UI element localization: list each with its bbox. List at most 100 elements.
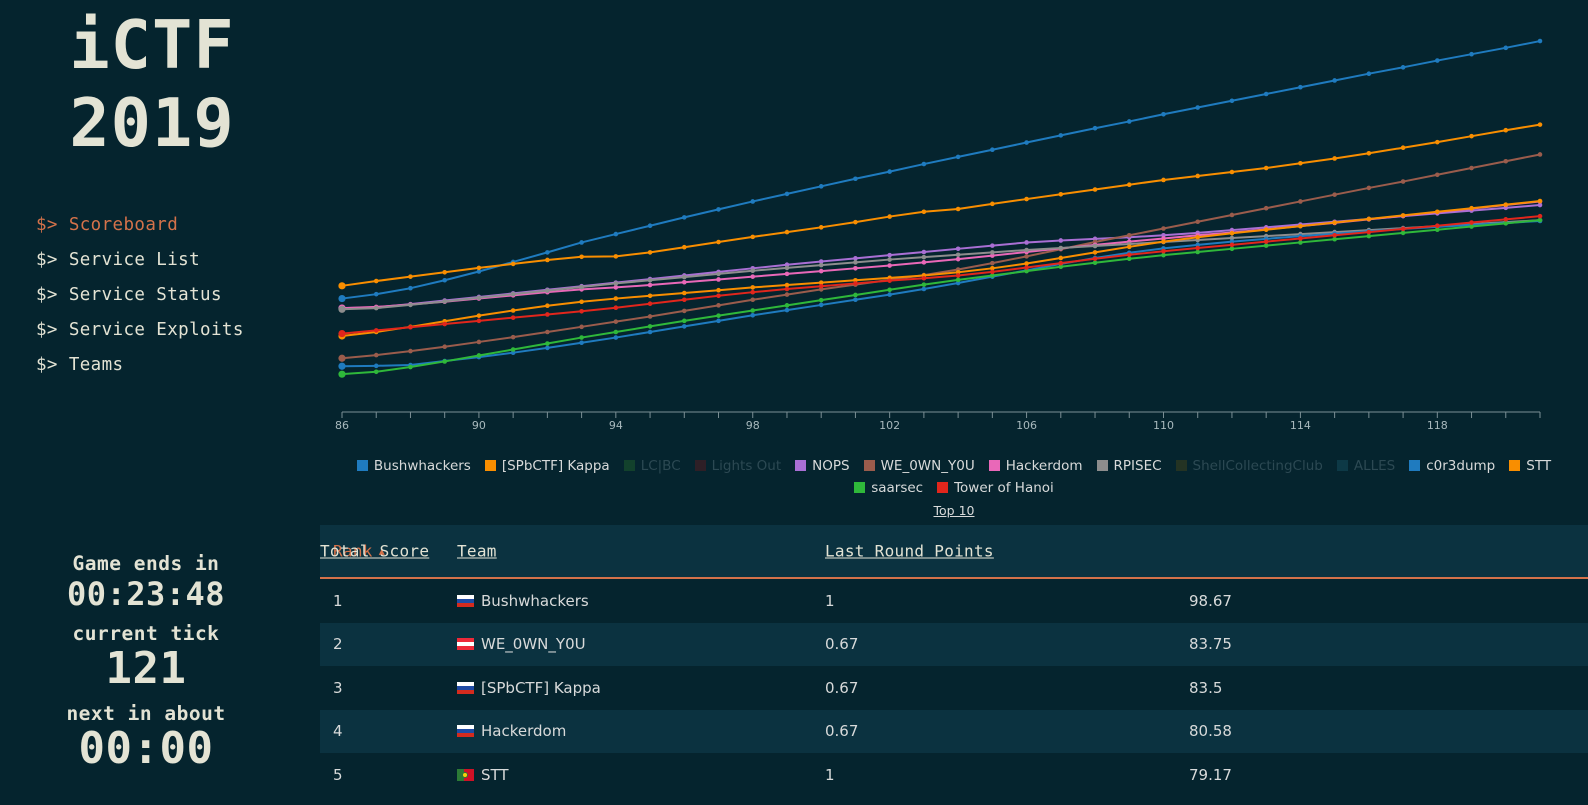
sidebar-item-teams[interactable]: $> Teams bbox=[36, 348, 320, 383]
series-point bbox=[1469, 51, 1474, 57]
column-header-total[interactable]: Total Score bbox=[320, 542, 429, 561]
legend-item-c0r3dump[interactable]: c0r3dump bbox=[1409, 456, 1495, 477]
series-point bbox=[1161, 248, 1166, 254]
scoreboard-table: Rank ▲ Team Last Round Points Total Score 1B… bbox=[320, 525, 1588, 797]
series-point bbox=[921, 275, 927, 281]
legend-item-shellcollectingclub[interactable]: ShellCollectingClub bbox=[1175, 456, 1323, 477]
legend-item-lc-bc[interactable]: LC|BC bbox=[623, 456, 681, 477]
series-point bbox=[750, 234, 756, 240]
series-point bbox=[1195, 234, 1201, 240]
column-header-lrp[interactable]: Last Round Points bbox=[825, 542, 994, 561]
series-point bbox=[853, 266, 858, 271]
sidebar-item-label: Service Status bbox=[68, 285, 222, 305]
legend-item-nops[interactable]: NOPS bbox=[795, 456, 850, 477]
legend-label: [SPbCTF] Kappa bbox=[501, 458, 610, 474]
chart-series-stt bbox=[338, 198, 1543, 340]
series-point bbox=[476, 339, 482, 345]
legend-items: Bushwhackers [SPbCTF] Kappa LC|BC Lights Ou… bbox=[320, 456, 1588, 499]
series-point bbox=[853, 281, 858, 286]
series-point bbox=[750, 285, 756, 290]
series-point bbox=[579, 299, 584, 305]
legend-swatch-icon bbox=[484, 460, 496, 471]
cell-last-round-points: 0.67 bbox=[825, 635, 859, 654]
legend-item-alles[interactable]: ALLES bbox=[1336, 456, 1395, 477]
series-point bbox=[955, 154, 961, 160]
flag-icon-ru bbox=[457, 594, 474, 607]
sidebar-item-scoreboard[interactable]: $> Scoreboard bbox=[36, 208, 320, 243]
series-point bbox=[1024, 196, 1029, 202]
series-point bbox=[716, 287, 721, 293]
series-point bbox=[716, 313, 721, 318]
chart-svg: 86 90 94 98 102 106 110 114 118 bbox=[335, 38, 1543, 432]
series-point bbox=[887, 287, 892, 293]
series-point bbox=[955, 277, 961, 283]
series-point bbox=[476, 353, 482, 358]
series-point bbox=[784, 307, 790, 313]
series-point bbox=[338, 362, 346, 370]
cell-total-score: 83.5 bbox=[1189, 678, 1223, 697]
logo-line-1: iCTF bbox=[69, 6, 235, 84]
sidebar-item-service-exploits[interactable]: $> Service Exploits bbox=[36, 313, 320, 348]
legend-item-saarsec[interactable]: saarsec bbox=[854, 478, 923, 499]
sidebar-item-service-list[interactable]: $> Service List bbox=[36, 243, 320, 278]
legend-label: c0r3dump bbox=[1426, 458, 1496, 474]
table-row[interactable]: 2 WE_0WN_Y0U 0.67 83.75 bbox=[320, 622, 1588, 666]
series-point bbox=[1503, 202, 1509, 207]
column-header-team[interactable]: Team bbox=[457, 542, 497, 561]
legend-item-lights-out[interactable]: Lights Out bbox=[694, 456, 781, 477]
cell-last-round-points: 0.67 bbox=[825, 722, 859, 741]
series-point bbox=[1092, 256, 1098, 262]
series-point bbox=[338, 305, 346, 313]
series-point bbox=[955, 246, 961, 252]
series-point bbox=[716, 277, 721, 282]
series-point bbox=[1058, 255, 1064, 261]
series-point bbox=[442, 269, 447, 275]
sidebar-item-service-status[interactable]: $> Service Status bbox=[36, 278, 320, 313]
series-point bbox=[1195, 173, 1201, 179]
series-point bbox=[1537, 217, 1543, 223]
legend-item-hackerdom[interactable]: Hackerdom bbox=[988, 456, 1083, 477]
series-point bbox=[1126, 232, 1132, 238]
legend-item-tower-of-hanoi[interactable]: Tower of Hanoi bbox=[937, 478, 1054, 499]
series-point bbox=[1024, 261, 1029, 266]
series-point bbox=[1092, 187, 1098, 192]
cell-team: STT bbox=[457, 766, 509, 784]
legend-item-bushwhackers[interactable]: Bushwhackers bbox=[356, 456, 471, 477]
table-row[interactable]: 3 [SPbCTF] Kappa 0.67 83.5 bbox=[320, 666, 1588, 710]
legend-item-stt[interactable]: STT bbox=[1509, 456, 1551, 477]
series-point bbox=[921, 286, 927, 292]
legend-label: RPISEC bbox=[1113, 458, 1162, 474]
series-point bbox=[442, 321, 447, 327]
series-point bbox=[750, 308, 756, 313]
table-row[interactable]: 1 Bushwhackers 1 98.67 bbox=[320, 579, 1588, 623]
cell-total-score: 83.75 bbox=[1189, 635, 1232, 654]
series-point bbox=[1263, 239, 1269, 244]
legend-item-spbctf-kappa[interactable]: [SPbCTF] Kappa bbox=[484, 456, 610, 477]
series-point bbox=[1229, 98, 1235, 104]
current-tick-value: 121 bbox=[105, 643, 187, 694]
series-point bbox=[887, 263, 892, 268]
scoreboard-page: iCTF 2019 $> Scoreboard $> Service List $>… bbox=[0, 0, 1588, 805]
legend-swatch-icon bbox=[863, 460, 875, 471]
table-row[interactable]: 4 Hackerdom 0.67 80.58 bbox=[320, 709, 1588, 753]
series-point bbox=[408, 285, 413, 291]
x-axis-tick-label: 90 bbox=[472, 419, 486, 432]
legend-item-rpisec[interactable]: RPISEC bbox=[1096, 456, 1162, 477]
series-point bbox=[818, 302, 824, 308]
site-logo: iCTF 2019 bbox=[0, 6, 320, 162]
x-axis-tick-label: 106 bbox=[1016, 419, 1037, 432]
cell-total-score: 98.67 bbox=[1189, 591, 1232, 610]
series-point bbox=[1332, 232, 1337, 238]
series-point bbox=[1537, 122, 1543, 127]
series-point bbox=[887, 292, 892, 297]
series-point bbox=[1366, 185, 1372, 191]
series-point bbox=[338, 282, 346, 290]
series-point bbox=[579, 284, 584, 290]
top10-toggle[interactable]: Top 10 bbox=[320, 500, 1588, 521]
legend-item-we-0wn-y0u[interactable]: WE_0WN_Y0U bbox=[863, 456, 975, 477]
series-point bbox=[442, 359, 447, 364]
series-point bbox=[818, 268, 824, 274]
table-row[interactable]: 5 STT 1 79.17 bbox=[320, 753, 1588, 797]
series-point bbox=[1503, 221, 1509, 226]
next-tick-block: next in about 00:00 bbox=[0, 702, 292, 772]
